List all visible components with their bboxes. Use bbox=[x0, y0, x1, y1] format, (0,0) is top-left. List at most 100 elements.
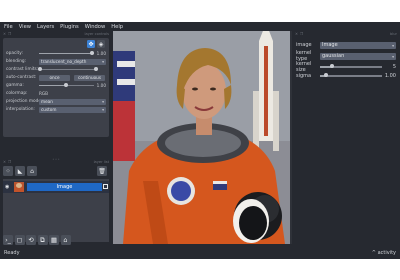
dock-close-icon[interactable]: ✕ bbox=[295, 32, 298, 36]
chevron-down-icon: ▾ bbox=[102, 99, 104, 104]
auto-contrast-label: auto-contrast: bbox=[6, 75, 37, 80]
shapes-icon: ◣ bbox=[17, 167, 23, 175]
chevron-down-icon: ▾ bbox=[392, 42, 394, 48]
new-points-layer-button[interactable]: ⁘ bbox=[3, 166, 13, 176]
opacity-row: opacity: 1.00 bbox=[6, 50, 106, 57]
dock-float-icon[interactable]: ❐ bbox=[8, 32, 11, 36]
plugin-dock-header: ✕ ❐ blur bbox=[292, 31, 400, 37]
menu-layers[interactable]: Layers bbox=[37, 24, 54, 30]
layer-controls: ✥ ◈ opacity: 1.00 blending: translucent_… bbox=[3, 38, 109, 137]
grid-icon: ▦ bbox=[50, 236, 58, 244]
sigma-row: sigma 1.00 bbox=[296, 72, 398, 80]
left-dock-panel: ✕ ❐ layer controls ✥ ◈ opacity: 1.00 ble… bbox=[0, 31, 112, 244]
plugin-dock-title: blur bbox=[389, 32, 397, 36]
transpose-button[interactable]: ⧉ bbox=[37, 235, 48, 245]
gamma-slider-fill bbox=[38, 84, 67, 87]
square-icon: ◻ bbox=[16, 236, 23, 244]
opacity-label: opacity: bbox=[6, 51, 23, 56]
chevron-down-icon: ▾ bbox=[392, 53, 394, 59]
blending-dropdown[interactable]: translucent_no_depth ▾ bbox=[39, 58, 106, 65]
home-icon: ⌂ bbox=[63, 236, 68, 244]
blending-label: blending: bbox=[6, 59, 27, 64]
image-canvas[interactable] bbox=[113, 31, 290, 244]
points-icon: ⁘ bbox=[5, 167, 11, 175]
console-button[interactable]: ›_ bbox=[3, 235, 13, 245]
menu-plugins[interactable]: Plugins bbox=[60, 24, 79, 30]
activity-button[interactable]: ^ activity bbox=[372, 250, 396, 256]
layer-list: ◉ Image bbox=[3, 179, 109, 242]
status-text: Ready bbox=[4, 250, 20, 256]
layer-thumbnail bbox=[14, 182, 24, 192]
sigma-slider[interactable] bbox=[320, 73, 382, 78]
dock-float-icon[interactable]: ❐ bbox=[300, 32, 303, 36]
plugin-dock-panel: ✕ ❐ blur image Image ▾ kernel type gauss… bbox=[292, 31, 400, 244]
labels-tag-icon: ⌂ bbox=[30, 167, 34, 175]
roll-icon: ⟲ bbox=[28, 236, 34, 244]
image-select-row: image Image ▾ bbox=[296, 41, 398, 49]
layer-row[interactable]: ◉ Image bbox=[3, 181, 109, 193]
contrast-low-handle[interactable] bbox=[38, 66, 42, 71]
opacity-slider[interactable] bbox=[38, 50, 95, 55]
menu-help[interactable]: Help bbox=[111, 24, 123, 30]
auto-contrast-row: auto-contrast: once continuous bbox=[6, 74, 106, 81]
menu-file[interactable]: File bbox=[4, 24, 13, 30]
contrast-high-handle[interactable] bbox=[94, 66, 98, 71]
projection-mode-dropdown[interactable]: mean ▾ bbox=[39, 98, 106, 105]
kernel-size-row: kernel size 5 bbox=[296, 61, 398, 73]
kernel-type-value: gaussian bbox=[322, 53, 345, 59]
contrast-limits-slider[interactable] bbox=[38, 66, 98, 71]
opacity-value: 1.00 bbox=[96, 51, 106, 56]
layer-controls-dock-title: layer controls bbox=[84, 32, 110, 36]
home-button[interactable]: ⌂ bbox=[60, 235, 71, 245]
dock-float-icon[interactable]: ❐ bbox=[8, 160, 11, 164]
opacity-slider-handle[interactable] bbox=[90, 50, 95, 55]
colormap-label: colormap: bbox=[6, 91, 28, 96]
move-arrows-icon: ✥ bbox=[88, 40, 94, 48]
kernel-type-dropdown[interactable]: gaussian ▾ bbox=[320, 52, 396, 60]
sigma-value: 1.00 bbox=[384, 73, 396, 79]
activity-label: activity bbox=[377, 250, 396, 256]
roll-dims-button[interactable]: ⟲ bbox=[26, 235, 36, 245]
layer-buttons: ⁘ ◣ ⌂ 🗑 bbox=[3, 165, 109, 177]
dock-close-icon[interactable]: ✕ bbox=[3, 32, 6, 36]
sigma-label: sigma bbox=[296, 73, 312, 79]
kernel-type-row: kernel type gaussian ▾ bbox=[296, 50, 398, 62]
gamma-slider[interactable] bbox=[38, 82, 94, 87]
sigma-slider-handle[interactable] bbox=[324, 73, 329, 78]
image-select-dropdown[interactable]: Image ▾ bbox=[320, 41, 396, 49]
kernel-size-slider-handle[interactable] bbox=[330, 64, 335, 69]
menu-window[interactable]: Window bbox=[85, 24, 105, 30]
layer-name[interactable]: Image bbox=[27, 183, 102, 191]
grid-button[interactable]: ▦ bbox=[49, 235, 59, 245]
chevron-up-icon: ^ bbox=[371, 250, 376, 256]
contrast-limits-row: contrast limits: bbox=[6, 66, 106, 73]
dock-close-icon[interactable]: ✕ bbox=[3, 160, 6, 164]
delete-layer-button[interactable]: 🗑 bbox=[97, 166, 107, 176]
auto-contrast-once-button[interactable]: once bbox=[39, 74, 70, 81]
astronaut-image bbox=[113, 31, 290, 244]
gamma-value: 1.00 bbox=[96, 83, 106, 88]
transform-button[interactable]: ✥ bbox=[87, 40, 95, 48]
eye-icon[interactable]: ◉ bbox=[5, 184, 9, 190]
gamma-slider-handle[interactable] bbox=[64, 82, 69, 87]
interpolation-label: interpolation: bbox=[6, 107, 35, 112]
layer-controls-dock-header: ✕ ❐ layer controls bbox=[0, 31, 112, 37]
menu-view[interactable]: View bbox=[19, 24, 31, 30]
ndisplay-button[interactable]: ◻ bbox=[14, 235, 25, 245]
chevron-down-icon: ▾ bbox=[102, 59, 104, 64]
auto-contrast-continuous-button[interactable]: continuous bbox=[74, 74, 105, 81]
new-shapes-layer-button[interactable]: ◣ bbox=[15, 166, 25, 176]
interpolation-dropdown[interactable]: custom ▾ bbox=[39, 106, 106, 113]
projection-mode-value: mean bbox=[41, 99, 53, 104]
new-labels-layer-button[interactable]: ⌂ bbox=[27, 166, 37, 176]
layer-list-dock-title: layer list bbox=[93, 160, 109, 164]
terminal-icon: ›_ bbox=[5, 236, 11, 244]
interpolation-row: interpolation: custom ▾ bbox=[6, 106, 106, 113]
pan-zoom-button[interactable]: ◈ bbox=[97, 40, 105, 48]
status-bar: Ready ^ activity bbox=[0, 247, 400, 259]
gamma-label: gamma: bbox=[6, 83, 24, 88]
kernel-size-value: 5 bbox=[392, 64, 396, 70]
kernel-size-slider[interactable] bbox=[320, 64, 382, 69]
gamma-row: gamma: 1.00 bbox=[6, 82, 106, 89]
interpolation-value: custom bbox=[41, 107, 57, 112]
